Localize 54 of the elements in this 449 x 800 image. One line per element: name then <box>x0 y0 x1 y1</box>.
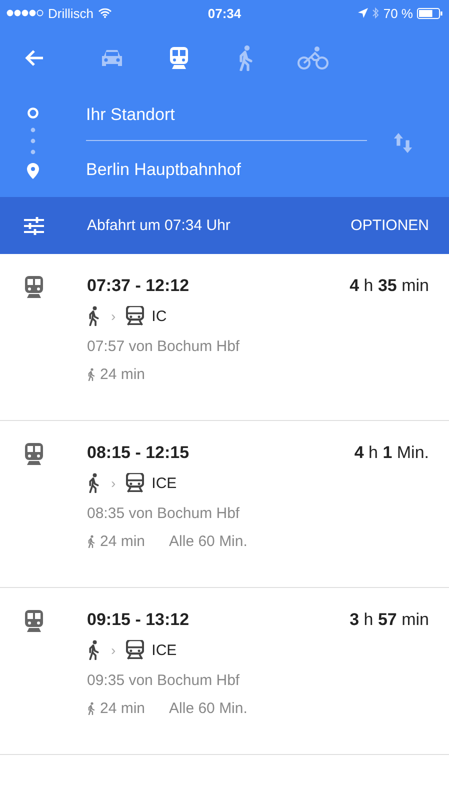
route-duration: 4 h 35 min <box>350 276 429 296</box>
departure-station-text: 09:35 von Bochum Hbf <box>87 672 241 689</box>
train-icon <box>126 306 144 326</box>
wifi-icon <box>98 8 112 18</box>
walking-person-icon[interactable] <box>236 45 254 71</box>
walking-person-icon <box>87 640 101 660</box>
car-icon[interactable] <box>100 48 124 68</box>
status-time: 07:34 <box>208 6 242 20</box>
departure-station-text: 08:35 von Bochum Hbf <box>87 505 241 522</box>
walking-person-icon <box>87 368 96 381</box>
battery-icon <box>417 8 443 18</box>
train-icon <box>24 443 44 465</box>
destination-field[interactable]: Berlin Hauptbahnhof <box>86 151 367 189</box>
chevron-separator: › <box>111 475 116 491</box>
walk-duration: 24 min <box>100 366 146 383</box>
route-times[interactable]: 07:37 - 12:12 <box>87 276 190 296</box>
frequency-text: Alle 60 Min. <box>169 700 248 717</box>
signal-icon <box>6 9 44 17</box>
route-times[interactable]: 08:15 - 12:15 <box>87 443 190 463</box>
train-line-label: ICE <box>152 474 177 492</box>
walking-person-icon <box>87 306 101 326</box>
route-duration: 3 h 57 min <box>350 610 429 630</box>
train-icon <box>24 610 44 632</box>
bicycle-icon[interactable] <box>296 46 328 70</box>
departure-station-text: 07:57 von Bochum Hbf <box>87 338 241 355</box>
chevron-separator: › <box>111 642 116 658</box>
route-times[interactable]: 09:15 - 13:12 <box>87 610 190 630</box>
chevron-separator: › <box>111 308 116 324</box>
route-duration: 4 h 1 Min. <box>354 443 429 463</box>
location-arrow-icon <box>358 8 368 18</box>
location-pin-icon <box>27 162 39 178</box>
route-dots-icon <box>30 126 36 156</box>
frequency-text: Alle 60 Min. <box>169 533 248 550</box>
walk-duration: 24 min <box>100 700 146 717</box>
settings-sliders-icon[interactable] <box>24 216 44 234</box>
battery-percent: 70 % <box>383 6 413 20</box>
walking-person-icon <box>87 535 96 548</box>
origin-circle-icon <box>27 106 39 118</box>
train-line-label: ICE <box>152 642 177 658</box>
departure-time-label[interactable]: Abfahrt um 07:34 Uhr <box>87 217 343 234</box>
options-button[interactable]: OPTIONEN <box>342 211 449 240</box>
origin-field[interactable]: Ihr Standort <box>86 96 367 134</box>
train-icon <box>126 640 144 660</box>
back-arrow-icon[interactable] <box>24 49 44 67</box>
walk-duration: 24 min <box>100 533 146 550</box>
train-icon <box>24 276 44 298</box>
walking-person-icon <box>87 473 101 493</box>
train-icon <box>126 473 144 493</box>
bluetooth-icon <box>372 7 380 19</box>
train-line-label: IC <box>152 308 167 324</box>
walking-person-icon <box>87 702 96 715</box>
carrier-name: Drillisch <box>48 6 94 20</box>
swap-icon[interactable] <box>393 132 413 154</box>
train-icon[interactable] <box>168 47 188 69</box>
